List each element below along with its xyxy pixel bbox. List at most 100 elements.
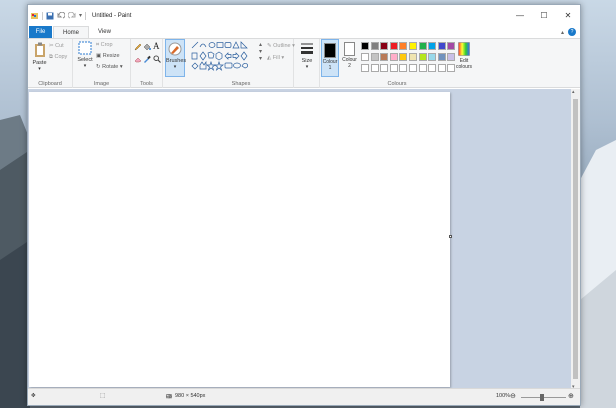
image-dimensions: 980 × 540px <box>175 393 206 399</box>
ribbon-tabs: File Home View ▴ ? <box>28 26 580 39</box>
colour-swatch[interactable] <box>399 42 408 50</box>
copy-button[interactable]: ⧉ Copy <box>49 54 67 61</box>
redo-icon[interactable] <box>68 11 76 20</box>
scrollbar-thumb[interactable] <box>573 99 578 379</box>
status-bar: ✥ ⬚ 🖽 980 × 540px 100% ⊖ ⊕ <box>28 388 580 405</box>
colour-swatch[interactable] <box>437 53 446 61</box>
tab-file[interactable]: File <box>29 26 52 38</box>
image-group: Select ▾ ⌗ Crop ▣ Resize ↻ Rotate ▾ Imag… <box>73 39 131 88</box>
zoom-out-button[interactable]: ⊖ <box>510 392 516 400</box>
zoom-slider-thumb[interactable] <box>540 394 544 401</box>
window-title: Untitled - Paint <box>92 12 132 19</box>
vertical-scrollbar[interactable]: ▴ ▾ <box>571 89 580 390</box>
resize-label: Resize <box>102 53 120 59</box>
paint-app-icon <box>31 12 38 19</box>
help-icon[interactable]: ? <box>568 28 576 36</box>
colour-swatch[interactable] <box>428 42 437 50</box>
color-picker-icon[interactable] <box>143 55 151 63</box>
tab-home[interactable]: Home <box>53 26 90 38</box>
customize-qat-icon[interactable]: ▾ <box>79 12 82 19</box>
colour-swatch[interactable] <box>428 64 437 72</box>
outline-button[interactable]: ✎ Outline ▾ <box>267 43 295 49</box>
undo-icon[interactable] <box>57 11 65 20</box>
zoom-in-button[interactable]: ⊕ <box>568 392 574 400</box>
copy-label: Copy <box>54 54 68 60</box>
magnifier-icon[interactable] <box>153 55 161 63</box>
colour-swatch[interactable] <box>437 42 446 50</box>
close-button[interactable]: ✕ <box>556 5 580 25</box>
colour1-button[interactable]: Colour 1 <box>321 39 339 77</box>
colour-swatch[interactable] <box>409 64 417 72</box>
colour-swatch[interactable] <box>389 64 398 72</box>
crop-label: Crop <box>100 42 113 48</box>
pencil-icon[interactable] <box>134 43 142 51</box>
clipboard-group: Paste ▾ ✂ Cut ⧉ Copy Clipboard <box>28 39 73 88</box>
brushes-button[interactable]: Brushes ▾ <box>165 39 186 77</box>
minimize-button[interactable]: — <box>508 5 532 25</box>
colour-swatch[interactable] <box>389 53 398 61</box>
colour-swatch[interactable] <box>370 64 379 72</box>
colour-swatch[interactable] <box>418 64 427 72</box>
title-bar: ▾ Untitled - Paint — ☐ ✕ <box>28 5 580 26</box>
text-tool-icon[interactable]: A <box>153 41 160 51</box>
colour-swatch[interactable] <box>361 64 369 72</box>
collapse-ribbon-icon[interactable]: ▴ <box>561 29 564 36</box>
paste-icon <box>34 42 45 57</box>
canvas-workspace <box>28 89 573 390</box>
colour-swatch[interactable] <box>389 42 398 50</box>
colour-palette <box>361 42 461 76</box>
zoom-slider[interactable] <box>521 394 566 401</box>
image-size-icon: 🖽 <box>166 394 172 400</box>
fill-bucket-icon[interactable] <box>143 43 151 51</box>
tab-view[interactable]: View <box>89 26 120 38</box>
colour-swatch[interactable] <box>370 42 379 50</box>
scroll-up-icon[interactable]: ▴ <box>572 89 575 95</box>
resize-button[interactable]: ▣ Resize <box>96 53 120 59</box>
cut-button[interactable]: ✂ Cut <box>49 43 64 49</box>
colour-swatch[interactable] <box>380 64 389 72</box>
colour-swatch[interactable] <box>418 42 427 50</box>
fill-label: Fill <box>272 55 280 61</box>
shapes-gallery[interactable] <box>191 41 257 73</box>
tools-group-label: Tools <box>140 81 153 87</box>
size-button[interactable]: Size ▾ <box>297 42 317 70</box>
size-icon <box>301 43 313 54</box>
colour1-swatch <box>324 43 336 58</box>
colour-swatch[interactable] <box>380 53 389 61</box>
brushes-group: Brushes ▾ <box>163 39 189 88</box>
shapes-group: ▴ ▾ ▾ ✎ Outline ▾ ◭ Fill ▾ Shapes <box>189 39 295 88</box>
maximize-button[interactable]: ☐ <box>532 5 556 25</box>
size-group: Size ▾ <box>294 39 320 88</box>
eraser-icon[interactable] <box>134 55 142 63</box>
resize-handle-right[interactable] <box>449 235 452 238</box>
colour-swatch[interactable] <box>409 53 417 61</box>
rotate-button[interactable]: ↻ Rotate ▾ <box>96 64 123 70</box>
colour-swatch[interactable] <box>370 53 379 61</box>
cursor-position-icon: ✥ <box>31 393 36 399</box>
colour-swatch[interactable] <box>361 53 369 61</box>
colour-swatch[interactable] <box>399 64 408 72</box>
paste-button[interactable]: Paste ▾ <box>31 42 48 72</box>
colour-swatch[interactable] <box>380 42 389 50</box>
edit-colours-icon <box>458 42 470 56</box>
colour2-swatch <box>344 42 355 56</box>
colour-swatch[interactable] <box>437 64 446 72</box>
colour-swatch[interactable] <box>409 42 417 50</box>
shapes-scroll-icon[interactable]: ▴ ▾ ▾ <box>259 41 262 62</box>
tools-group: A Tools <box>131 39 163 88</box>
drawing-canvas[interactable] <box>29 92 450 387</box>
colour-swatch[interactable] <box>418 53 427 61</box>
fill-button[interactable]: ◭ Fill ▾ <box>267 55 284 61</box>
colour-swatch[interactable] <box>361 42 369 50</box>
colour2-label: Colour 2 <box>342 57 357 69</box>
shapes-group-label: Shapes <box>231 81 251 87</box>
save-icon[interactable] <box>46 12 54 20</box>
colour-swatch[interactable] <box>399 53 408 61</box>
select-button[interactable]: Select ▾ <box>76 41 94 69</box>
edit-colours-button[interactable]: Edit colours <box>455 42 473 70</box>
colour2-button[interactable]: Colour 2 <box>341 39 358 77</box>
crop-button[interactable]: ⌗ Crop <box>96 42 113 49</box>
paint-window: ▾ Untitled - Paint — ☐ ✕ File Home View … <box>27 4 581 406</box>
zoom-level: 100% <box>496 393 511 399</box>
colour-swatch[interactable] <box>428 53 437 61</box>
